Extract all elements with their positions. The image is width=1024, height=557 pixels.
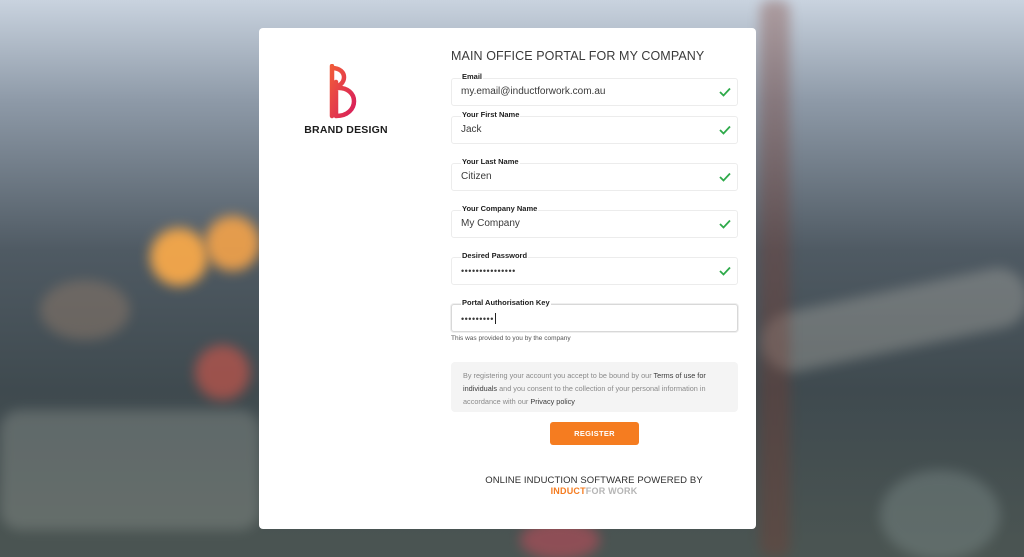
field-value: ••••••••••••••• — [461, 266, 516, 276]
first-name-field[interactable]: Your First Name Jack — [451, 110, 738, 144]
last-name-field[interactable]: Your Last Name Citizen — [451, 157, 738, 191]
brand-name: BRAND DESIGN — [304, 124, 388, 136]
register-button[interactable]: REGISTER — [550, 422, 639, 445]
check-icon — [719, 266, 731, 276]
email-field[interactable]: Email my.email@inductforwork.com.au — [451, 72, 738, 106]
notice-text: and you consent to the collection of you… — [463, 384, 706, 406]
privacy-policy-link[interactable]: Privacy policy — [530, 397, 575, 406]
check-icon — [719, 172, 731, 182]
field-value: Citizen — [461, 171, 492, 182]
induct-for-work-logo: INDUCTFOR WORK — [439, 486, 749, 496]
field-label: Your Company Name — [461, 204, 539, 213]
field-label: Your Last Name — [461, 157, 520, 166]
field-value: My Company — [461, 218, 520, 229]
check-icon — [719, 219, 731, 229]
field-value: ••••••••• — [461, 313, 496, 324]
form-title: MAIN OFFICE PORTAL FOR MY COMPANY — [451, 49, 705, 63]
check-icon — [719, 125, 731, 135]
company-name-field[interactable]: Your Company Name My Company — [451, 204, 738, 238]
powered-by-text: ONLINE INDUCTION SOFTWARE POWERED BY — [485, 475, 703, 486]
field-value: my.email@inductforwork.com.au — [461, 86, 606, 97]
logo-part: FOR WORK — [585, 486, 638, 496]
brand-logo: BRAND DESIGN — [301, 64, 391, 136]
check-icon — [719, 87, 731, 97]
field-label: Desired Password — [461, 251, 529, 260]
logo-part: INDUCT — [550, 486, 586, 496]
field-label: Email — [461, 72, 484, 81]
brand-logo-icon — [329, 64, 357, 119]
authorisation-key-field[interactable]: Portal Authorisation Key ••••••••• — [451, 298, 738, 332]
notice-text: By registering your account you accept t… — [463, 371, 654, 380]
consent-notice: By registering your account you accept t… — [451, 362, 738, 412]
text-caret — [494, 313, 496, 324]
registration-card: BRAND DESIGN MAIN OFFICE PORTAL FOR MY C… — [259, 28, 756, 529]
field-label: Your First Name — [461, 110, 521, 119]
authorisation-key-hint: This was provided to you by the company — [451, 335, 571, 342]
field-value: Jack — [461, 124, 482, 135]
field-label: Portal Authorisation Key — [461, 298, 551, 307]
password-field[interactable]: Desired Password ••••••••••••••• — [451, 251, 738, 285]
